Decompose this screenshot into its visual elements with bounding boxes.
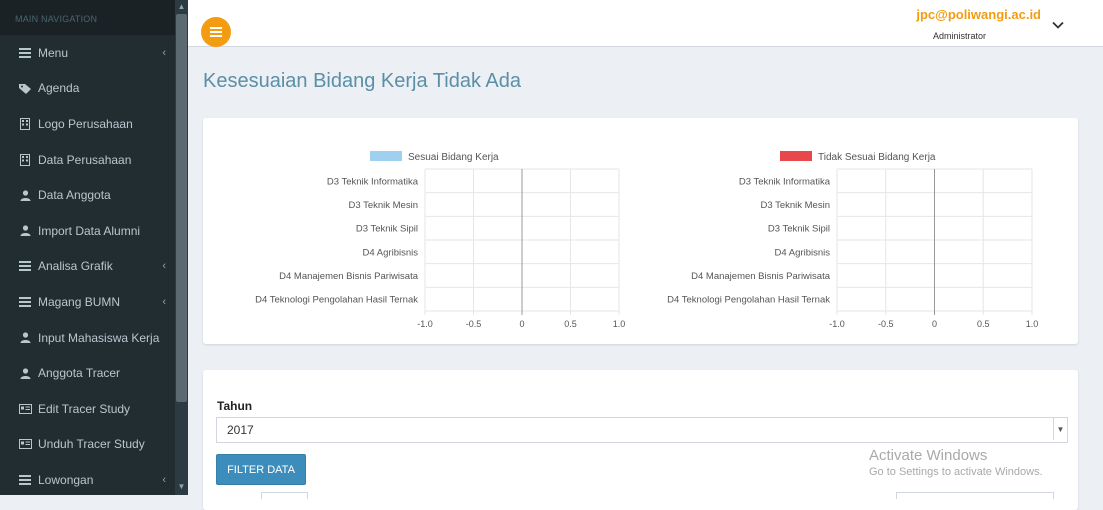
partial-element: [896, 492, 1054, 499]
sidebar-item-unduh-tracer-study[interactable]: Unduh Tracer Study: [0, 427, 188, 463]
sidebar-item-label: Menu: [38, 45, 69, 60]
page-title: Kesesuaian Bidang Kerja Tidak Ada: [203, 70, 521, 92]
user-icon: [18, 188, 32, 202]
sidebar-scroll-thumb[interactable]: [176, 14, 187, 402]
legend-label: Sesuai Bidang Kerja: [408, 152, 499, 163]
y-category-label: D3 Teknik Sipil: [356, 224, 418, 235]
bars-icon: [18, 46, 32, 60]
chart-panel: Sesuai Bidang Kerja -1.0 -0.5 0 0.5 1.0 D3 Tek…: [203, 118, 1078, 344]
sidebar-scrollbar[interactable]: ▲ ▼: [175, 0, 188, 495]
y-category-label: D4 Teknologi Pengolahan Hasil Ternak: [667, 295, 830, 306]
legend-swatch: [780, 151, 812, 161]
sidebar-item-label: Analisa Grafik: [38, 259, 113, 274]
year-label: Tahun: [217, 399, 253, 413]
year-select-value: 2017: [227, 423, 254, 437]
tag-icon: [18, 81, 32, 95]
x-tick-label: 0: [932, 319, 937, 329]
card-icon: [18, 402, 32, 416]
sidebar-item-input-mahasiswa-kerja[interactable]: Input Mahasiswa Kerja: [0, 320, 188, 356]
sidebar-menu: Menu ‹ Agenda Logo Perusahaan Data Perusahaa…: [0, 35, 188, 495]
legend-swatch: [370, 151, 402, 161]
sidebar-item-label: Anggota Tracer: [38, 366, 121, 381]
y-category-label: D4 Agribisnis: [363, 247, 419, 258]
sidebar-item-label: Magang BUMN: [38, 294, 121, 309]
charts-svg: Sesuai Bidang Kerja -1.0 -0.5 0 0.5 1.0 D3 Tek…: [255, 151, 1039, 329]
bars-icon: [18, 295, 32, 309]
sidebar-item-label: Data Perusahaan: [38, 152, 132, 167]
y-category-label: D3 Teknik Sipil: [768, 224, 830, 235]
dropdown-arrow-icon[interactable]: ▼: [1053, 418, 1067, 440]
sidebar-item-data-anggota[interactable]: Data Anggota: [0, 177, 188, 213]
legend-label: Tidak Sesuai Bidang Kerja: [818, 152, 936, 163]
x-tick-label: 0.5: [977, 319, 990, 329]
sidebar: MAIN NAVIGATION Menu ‹ Agenda Logo Perusaha…: [0, 0, 188, 495]
y-category-label: D3 Teknik Mesin: [348, 200, 418, 211]
sidebar-item-label: Unduh Tracer Study: [38, 437, 145, 452]
sidebar-item-agenda[interactable]: Agenda: [0, 71, 188, 107]
y-category-label: D4 Manajemen Bisnis Pariwisata: [691, 271, 831, 282]
chevron-left-icon: ‹: [162, 473, 166, 486]
x-tick-label: 1.0: [1026, 319, 1039, 329]
user-icon: [18, 224, 32, 238]
sidebar-item-edit-tracer-study[interactable]: Edit Tracer Study: [0, 391, 188, 427]
user-icon: [18, 366, 32, 380]
y-category-label: D4 Teknologi Pengolahan Hasil Ternak: [255, 295, 418, 306]
hamburger-icon: [210, 31, 222, 33]
sidebar-item-label: Edit Tracer Study: [38, 401, 131, 416]
y-category-label: D3 Teknik Informatika: [327, 176, 419, 187]
sidebar-item-analisa-grafik[interactable]: Analisa Grafik ‹: [0, 249, 188, 285]
x-tick-label: -0.5: [878, 319, 894, 329]
sidebar-item-lowongan[interactable]: Lowongan ‹: [0, 462, 188, 495]
top-navbar: jpc@poliwangi.ac.id Administrator: [188, 0, 1103, 47]
x-tick-label: 0.5: [564, 319, 577, 329]
building-icon: [18, 153, 32, 167]
scroll-down-icon[interactable]: ▼: [177, 482, 186, 491]
user-email[interactable]: jpc@poliwangi.ac.id: [916, 7, 1041, 22]
scroll-up-icon[interactable]: ▲: [177, 2, 186, 11]
chevron-left-icon: ‹: [162, 260, 166, 273]
chevron-down-icon[interactable]: [1051, 18, 1065, 32]
x-tick-label: -1.0: [417, 319, 433, 329]
x-tick-label: 0: [519, 319, 524, 329]
sidebar-item-import-data-alumni[interactable]: Import Data Alumni: [0, 213, 188, 249]
sidebar-item-label: Import Data Alumni: [38, 223, 141, 238]
sidebar-item-label: Input Mahasiswa Kerja: [38, 330, 160, 345]
partial-element: [261, 492, 308, 499]
sidebar-header: MAIN NAVIGATION: [0, 0, 188, 35]
building-icon: [18, 117, 32, 131]
bars-icon: [18, 259, 32, 273]
bars-icon: [18, 473, 32, 487]
y-category-label: D4 Agribisnis: [775, 247, 831, 258]
sidebar-item-anggota-tracer[interactable]: Anggota Tracer: [0, 355, 188, 391]
card-icon: [18, 437, 32, 451]
chevron-left-icon: ‹: [162, 46, 166, 59]
x-tick-label: -0.5: [466, 319, 482, 329]
sidebar-item-label: Data Anggota: [38, 188, 111, 203]
user-role: Administrator: [932, 31, 986, 41]
sidebar-item-label: Lowongan: [38, 472, 94, 487]
sidebar-item-label: Agenda: [38, 81, 80, 96]
sidebar-item-magang-bumn[interactable]: Magang BUMN ‹: [0, 284, 188, 320]
y-category-label: D3 Teknik Informatika: [739, 176, 831, 187]
x-tick-label: 1.0: [613, 319, 626, 329]
y-category-label: D3 Teknik Mesin: [760, 200, 830, 211]
chevron-left-icon: ‹: [162, 295, 166, 308]
x-tick-label: -1.0: [829, 319, 845, 329]
y-category-label: D4 Manajemen Bisnis Pariwisata: [279, 271, 419, 282]
user-icon: [18, 331, 32, 345]
sidebar-item-menu[interactable]: Menu ‹: [0, 35, 188, 71]
sidebar-item-logo-perusahaan[interactable]: Logo Perusahaan: [0, 106, 188, 142]
sidebar-toggle-button[interactable]: [201, 17, 231, 47]
sidebar-item-label: Logo Perusahaan: [38, 116, 133, 131]
filter-panel: Tahun 2017 ▼ FILTER DATA: [203, 370, 1078, 510]
sidebar-item-data-perusahaan[interactable]: Data Perusahaan: [0, 142, 188, 178]
filter-data-button[interactable]: FILTER DATA: [216, 454, 306, 485]
year-select[interactable]: 2017 ▼: [216, 417, 1068, 443]
